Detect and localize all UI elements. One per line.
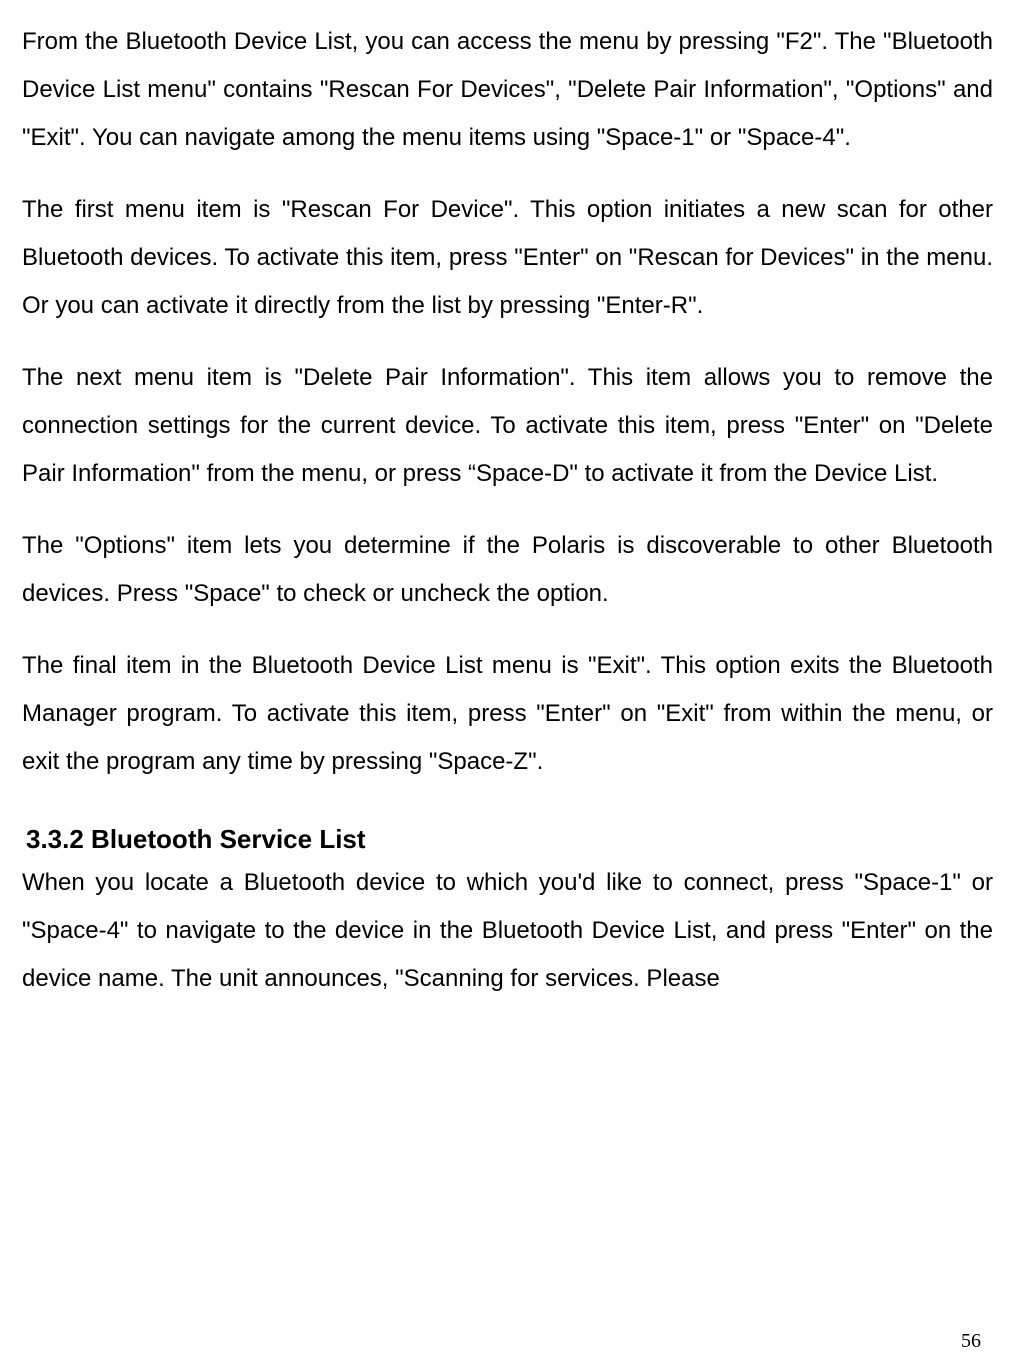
- paragraph-service-list-intro: When you locate a Bluetooth device to wh…: [22, 859, 993, 1003]
- paragraph-device-list-menu-intro: From the Bluetooth Device List, you can …: [22, 18, 993, 162]
- paragraph-delete-pair-information: The next menu item is "Delete Pair Infor…: [22, 354, 993, 498]
- page-number: 56: [961, 1330, 981, 1353]
- paragraph-options: The "Options" item lets you determine if…: [22, 522, 993, 618]
- paragraph-exit: The final item in the Bluetooth Device L…: [22, 642, 993, 786]
- paragraph-rescan-for-device: The first menu item is "Rescan For Devic…: [22, 186, 993, 330]
- section-heading-bluetooth-service-list: 3.3.2 Bluetooth Service List: [22, 824, 993, 855]
